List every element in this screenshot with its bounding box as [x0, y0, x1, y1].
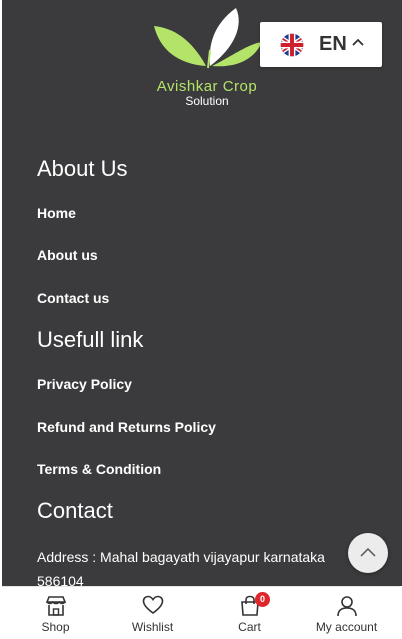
- uk-flag-icon: [280, 33, 304, 57]
- contact-address: Address : Mahal bagayath vijayapur karna…: [37, 549, 325, 586]
- footer-link-home[interactable]: Home: [37, 205, 76, 221]
- chevron-up-icon: [360, 547, 376, 557]
- brand-logo[interactable]: Avishkar Crop Solution: [142, 4, 272, 108]
- footer-link-privacy-policy[interactable]: Privacy Policy: [37, 376, 132, 392]
- site-footer: Avishkar Crop Solution EN About Us Home …: [2, 0, 402, 586]
- about-us-heading: About Us: [37, 156, 128, 181]
- nav-cart[interactable]: 0 Cart: [201, 587, 298, 639]
- cart-count-badge: 0: [255, 592, 270, 607]
- brand-subtitle: Solution: [185, 94, 229, 108]
- footer-link-about-us[interactable]: About us: [37, 247, 98, 263]
- footer-link-contact-us[interactable]: Contact us: [37, 290, 109, 306]
- leaves-icon: [154, 8, 262, 69]
- heart-icon: [142, 595, 163, 614]
- nav-wishlist-label: Wishlist: [131, 620, 174, 634]
- chevron-up-icon: [352, 38, 364, 46]
- nav-wishlist[interactable]: Wishlist: [104, 587, 201, 639]
- brand-name: Avishkar Crop: [156, 78, 258, 95]
- nav-cart-label: Cart: [238, 620, 261, 634]
- nav-my-account-label: My account: [315, 620, 378, 634]
- useful-links-heading: Usefull link: [37, 327, 144, 352]
- footer-link-refund-policy[interactable]: Refund and Returns Policy: [37, 419, 216, 435]
- nav-my-account[interactable]: My account: [298, 587, 395, 639]
- language-code: EN: [319, 33, 347, 55]
- scroll-to-top-button[interactable]: [348, 533, 388, 573]
- footer-link-terms[interactable]: Terms & Condition: [37, 461, 161, 477]
- shop-icon: [45, 596, 66, 616]
- user-icon: [336, 596, 357, 617]
- language-switcher[interactable]: EN: [260, 22, 382, 67]
- bottom-navigation: Shop Wishlist 0 Cart My account: [2, 586, 400, 639]
- contact-heading: Contact: [37, 498, 113, 523]
- nav-shop[interactable]: Shop: [7, 587, 104, 639]
- nav-shop-label: Shop: [41, 620, 70, 634]
